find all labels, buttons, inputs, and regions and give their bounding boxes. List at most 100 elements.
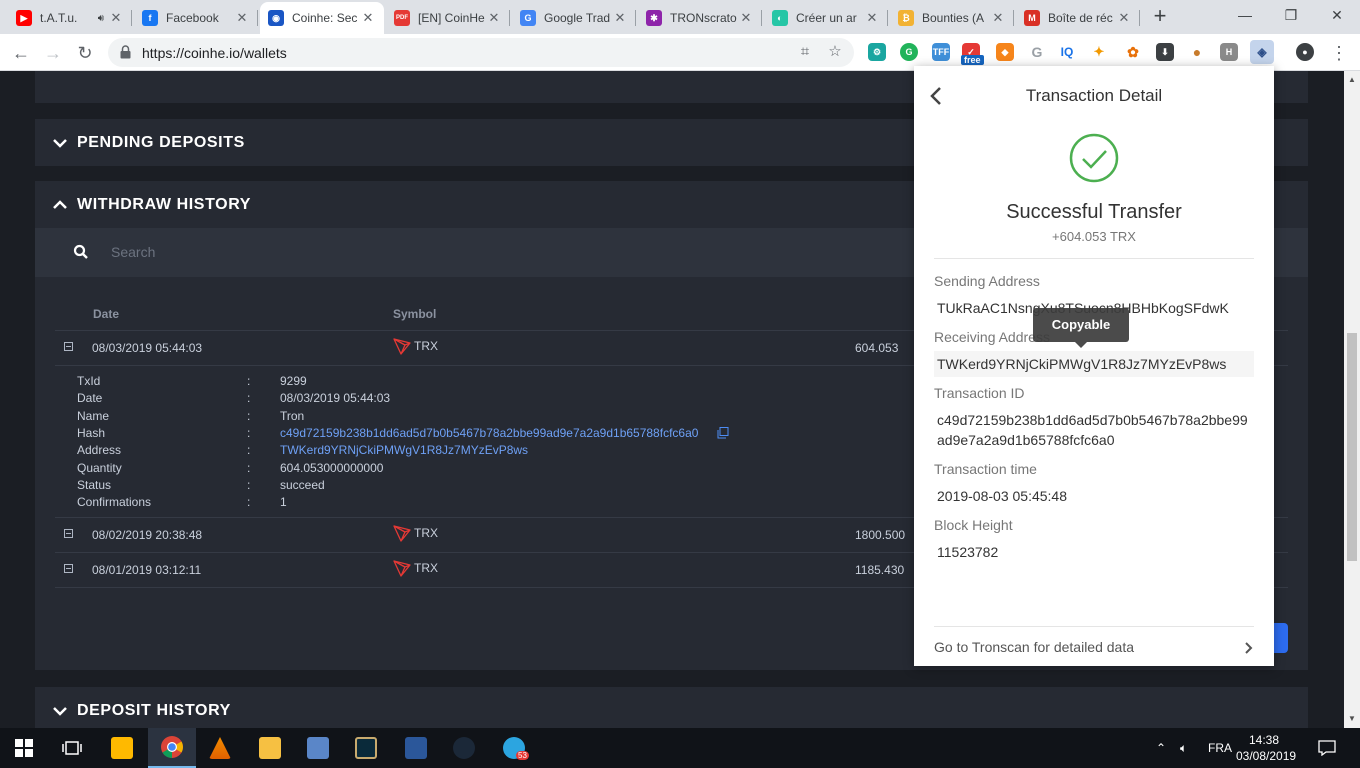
back-button[interactable]: ← <box>8 40 34 66</box>
start-button[interactable] <box>0 728 48 768</box>
cookie-icon[interactable]: ● <box>1188 43 1206 61</box>
close-tab-icon[interactable]: ✕ <box>234 10 250 26</box>
row-amount: 1800.500 <box>855 528 906 542</box>
close-tab-icon[interactable]: ✕ <box>612 10 628 26</box>
system-clock[interactable]: 14:38 03/08/2019 <box>1236 732 1296 764</box>
vlc-icon <box>209 737 231 759</box>
detail-row: Confirmations: 1 <box>55 495 955 512</box>
person-extension-icon[interactable]: ✦ <box>1090 43 1108 61</box>
volume-icon[interactable]: 🔈︎ <box>1180 728 1187 768</box>
tff-icon[interactable]: TFF <box>932 43 950 61</box>
close-tab-icon[interactable]: ✕ <box>108 10 124 26</box>
detail-row: Name: Tron <box>55 409 955 426</box>
withdraw-history-title: WITHDRAW HISTORY <box>77 195 252 213</box>
scroll-down-arrow-icon[interactable]: ▼ <box>1348 714 1356 723</box>
close-tab-icon[interactable]: ✕ <box>738 10 754 26</box>
browser-tab[interactable]: f Facebook ✕ <box>134 2 258 34</box>
tronscan-link[interactable]: Go to Tronscan for detailed data <box>934 639 1134 655</box>
extension-gear-icon[interactable]: ⚙ <box>868 43 886 61</box>
taskbar-explorer[interactable] <box>246 728 294 768</box>
transaction-id-value[interactable]: c49d72159b238b1dd6ad5d7b0b5467b78a2bbe99… <box>934 410 1254 450</box>
taskbar-vlc[interactable] <box>196 728 244 768</box>
tab-label: Coinhe: Sec <box>292 11 358 25</box>
browser-tab[interactable]: PDF [EN] CoinHe ✕ <box>386 2 510 34</box>
reload-button[interactable]: ↻ <box>72 40 98 66</box>
copy-icon[interactable] <box>717 427 729 439</box>
task-view-button[interactable] <box>48 728 96 768</box>
taskbar-chrome[interactable] <box>148 728 196 768</box>
row-symbol-text: TRX <box>414 339 438 353</box>
windows-taskbar: 53 ⌃ 🔈︎ FRA 14:38 03/08/2019 <box>0 728 1360 768</box>
browser-tab[interactable]: G Google Trad ✕ <box>512 2 636 34</box>
success-check-icon <box>1069 133 1119 183</box>
menu-dots-icon[interactable]: ⋮ <box>1326 40 1352 66</box>
row-symbol-text: TRX <box>414 561 438 575</box>
close-tab-icon[interactable]: ✕ <box>1116 10 1132 26</box>
detail-colon: : <box>247 443 251 458</box>
detail-key: Status <box>77 477 112 492</box>
tronlink-wallet-icon[interactable]: ◈ <box>1250 40 1274 64</box>
profile-avatar[interactable]: ● <box>1296 43 1314 61</box>
close-tab-icon[interactable]: ✕ <box>486 10 502 26</box>
expand-toggle-icon[interactable] <box>64 564 73 573</box>
address-bar[interactable]: https://coinhe.io/wallets ⌗ ☆ <box>108 38 854 67</box>
chevron-down-icon <box>53 138 67 148</box>
tab-separator <box>131 10 132 26</box>
google-icon[interactable]: G <box>1028 43 1046 61</box>
puzzle-extension-icon[interactable]: ✿ <box>1124 43 1142 61</box>
browser-tab[interactable]: ✱ TRONscrato ✕ <box>638 2 762 34</box>
browser-tab[interactable]: ◉ Coinhe: Sec ✕ <box>260 2 384 34</box>
tray-chevron-up-icon[interactable]: ⌃ <box>1156 728 1166 768</box>
browser-tab[interactable]: ₿ Bounties (A ✕ <box>890 2 1014 34</box>
translate-icon[interactable]: ⌗ <box>796 43 814 61</box>
new-tab-button[interactable]: + <box>1148 5 1172 29</box>
language-indicator[interactable]: FRA <box>1208 728 1232 768</box>
notification-icon[interactable] <box>1318 728 1336 768</box>
taskbar-store[interactable] <box>98 728 146 768</box>
scrollbar-thumb[interactable] <box>1347 333 1357 561</box>
store-icon <box>111 737 133 759</box>
detail-row: Status: succeed <box>55 478 955 495</box>
detail-row: TxId: 9299 <box>55 374 955 391</box>
detail-colon: : <box>247 408 251 423</box>
forward-button[interactable]: → <box>40 40 66 66</box>
h-extension-icon[interactable]: H <box>1220 43 1238 61</box>
taskbar-league[interactable] <box>342 728 390 768</box>
browser-tab-strip: ▶ t.A.T.u. 🔊︎ ✕ f Facebook ✕ ◉ Coinhe: Sec ✕ PDF [E… <box>0 0 1360 34</box>
receiving-address-value[interactable]: TWKerd9YRNjCkiPMWgV1R8Jz7MYzEvP8ws <box>934 351 1254 377</box>
steam-icon <box>453 737 475 759</box>
iq-icon[interactable]: IQ <box>1058 43 1076 61</box>
browser-tab[interactable]: M Boîte de réc ✕ <box>1016 2 1140 34</box>
detail-colon: : <box>247 495 251 510</box>
restore-button[interactable]: ❐ <box>1268 0 1314 34</box>
metamask-fox-icon[interactable]: ◆ <box>996 43 1014 61</box>
speaker-icon[interactable]: 🔊︎ <box>98 13 104 24</box>
windows-logo-icon <box>15 739 33 757</box>
search-input[interactable] <box>111 240 611 264</box>
page-scrollbar[interactable]: ▲ ▼ <box>1344 71 1360 728</box>
close-window-button[interactable]: ✕ <box>1314 0 1360 34</box>
expand-toggle-icon[interactable] <box>64 529 73 538</box>
bookmark-star-icon[interactable]: ☆ <box>826 43 844 61</box>
chevron-right-icon[interactable] <box>1244 641 1254 655</box>
download-extension-icon[interactable]: ⬇ <box>1156 43 1174 61</box>
deposit-history-header[interactable]: DEPOSIT HISTORY <box>35 687 1308 728</box>
close-tab-icon[interactable]: ✕ <box>990 10 1006 26</box>
detail-key: Confirmations <box>77 495 152 510</box>
taskbar-word[interactable] <box>392 728 440 768</box>
taskbar-telegram[interactable]: 53 <box>490 728 538 768</box>
grammarly-icon[interactable]: G <box>900 43 918 61</box>
scroll-up-arrow-icon[interactable]: ▲ <box>1348 75 1356 84</box>
collapse-toggle-icon[interactable] <box>64 342 73 351</box>
close-tab-icon[interactable]: ✕ <box>360 10 376 26</box>
detail-key: Quantity <box>77 460 122 475</box>
search-icon <box>73 244 88 259</box>
taskbar-app[interactable] <box>294 728 342 768</box>
close-tab-icon[interactable]: ✕ <box>864 10 880 26</box>
browser-tab[interactable]: ▶ t.A.T.u. 🔊︎ ✕ <box>8 2 132 34</box>
minimize-button[interactable]: — <box>1222 0 1268 34</box>
taskbar-steam[interactable] <box>440 728 488 768</box>
deposit-history-title: DEPOSIT HISTORY <box>77 701 231 719</box>
browser-tab[interactable]: ◐ Créer un ar ✕ <box>764 2 888 34</box>
block-height-label: Block Height <box>934 517 1013 533</box>
